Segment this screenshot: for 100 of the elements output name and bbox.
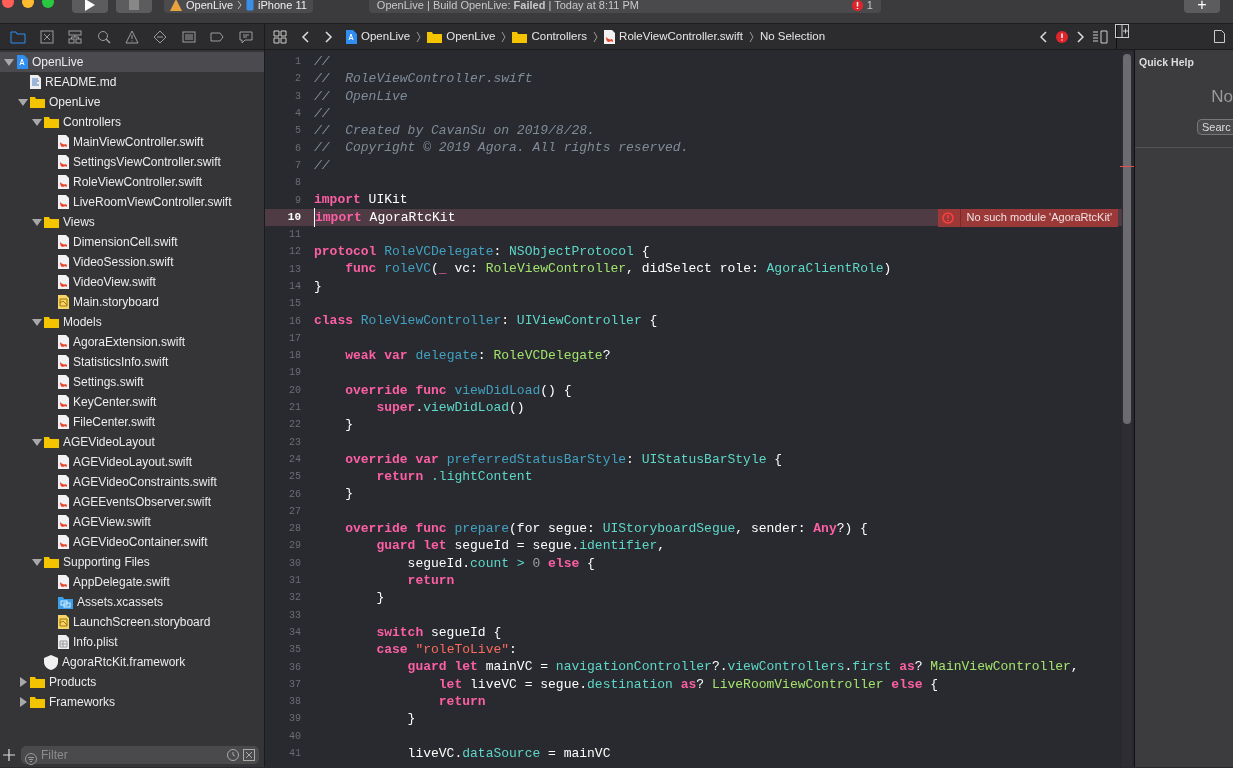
diamond-icon[interactable] (152, 28, 169, 45)
x-square-icon[interactable] (38, 28, 55, 45)
tree-item[interactable]: MainViewController.swift (0, 132, 264, 152)
tree-item[interactable]: AGEVideoConstraints.swift (0, 472, 264, 492)
line-number: 39 (288, 712, 302, 727)
disclosure-icon[interactable] (32, 317, 42, 327)
path-item[interactable]: Controllers (512, 27, 588, 46)
forward-icon[interactable] (1076, 29, 1084, 44)
tree-item[interactable]: Assets.xcassets (0, 592, 264, 612)
clock-icon[interactable] (227, 749, 239, 761)
run-button[interactable] (72, 0, 108, 13)
swift-file-icon (58, 415, 69, 429)
error-icon (941, 211, 954, 224)
disclosure-icon[interactable] (32, 557, 42, 567)
tree-item[interactable]: AGEView.swift (0, 512, 264, 532)
swift-file-icon (58, 475, 69, 489)
path-item[interactable]: OpenLive (345, 27, 411, 46)
filter-field[interactable]: Filter (21, 746, 259, 764)
tree-item[interactable]: Products (0, 672, 264, 692)
forward-icon[interactable] (323, 29, 333, 44)
chevron-icon (501, 30, 507, 43)
swift-file-icon (58, 575, 69, 589)
code-line: // Copyright © 2019 Agora. All rights reserved. (314, 139, 689, 158)
code-line: // (314, 104, 330, 123)
list-icon[interactable] (180, 28, 197, 45)
warning-icon[interactable] (123, 28, 140, 45)
code-line: // OpenLive (314, 87, 408, 106)
tree-item[interactable]: README.md (0, 72, 264, 92)
grid-icon[interactable] (273, 29, 287, 44)
swift-file-icon (58, 335, 69, 349)
folder-icon (44, 216, 59, 228)
line-number: 3 (294, 89, 302, 104)
hierarchy-icon[interactable] (67, 28, 84, 45)
path-item[interactable]: OpenLive (427, 27, 496, 46)
folder-icon (44, 316, 59, 328)
back-icon[interactable] (301, 29, 311, 44)
disclosure-icon[interactable] (32, 437, 42, 447)
line-number: 21 (288, 401, 302, 416)
tree-item[interactable]: RoleViewController.swift (0, 172, 264, 192)
file-name: Info.plist (73, 634, 118, 651)
tree-item[interactable]: FileCenter.swift (0, 412, 264, 432)
tree-item[interactable]: Supporting Files (0, 552, 264, 572)
x-square-icon[interactable] (243, 749, 255, 761)
swift-file-icon (58, 155, 69, 169)
line-number: 19 (288, 366, 302, 381)
tree-item[interactable]: AGEVideoContainer.swift (0, 532, 264, 552)
tree-item[interactable]: Info.plist (0, 632, 264, 652)
speech-bubble-icon[interactable] (237, 28, 254, 45)
search-button[interactable]: Searc (1197, 119, 1233, 136)
disclosure-icon[interactable] (32, 117, 42, 127)
tree-item[interactable]: Models (0, 312, 264, 332)
tree-item[interactable]: Controllers (0, 112, 264, 132)
code-line: } (344, 416, 353, 435)
disclosure-icon[interactable] (18, 677, 28, 687)
activity-text: OpenLive | Build OpenLive: Failed | Today at 8:11 PM (376, 0, 639, 13)
tree-item[interactable]: AgoraExtension.swift (0, 332, 264, 352)
add-editor-icon[interactable] (1115, 24, 1129, 38)
swift-file-icon (58, 275, 69, 289)
disclosure-icon[interactable] (32, 217, 42, 227)
back-icon[interactable] (1040, 29, 1048, 44)
tree-item[interactable]: AGEVideoLayout.swift (0, 452, 264, 472)
tree-item[interactable]: VideoSession.swift (0, 252, 264, 272)
tree-item[interactable]: AGEEventsObserver.swift (0, 492, 264, 512)
search-icon[interactable] (95, 28, 112, 45)
tree-item[interactable]: Views (0, 212, 264, 232)
swift-file-icon (58, 495, 69, 509)
tree-item[interactable]: OpenLive (0, 52, 264, 72)
file-name: README.md (45, 74, 117, 91)
tree-item[interactable]: VideoView.swift (0, 272, 264, 292)
tree-item[interactable]: LaunchScreen.storyboard (0, 612, 264, 632)
scheme-selector[interactable]: OpenLive iPhone 11 (164, 0, 313, 13)
tree-item[interactable]: LiveRoomViewController.swift (0, 192, 264, 212)
tree-item[interactable]: Settings.swift (0, 372, 264, 392)
add-button[interactable]: + (1184, 0, 1220, 13)
scrollbar[interactable] (1122, 52, 1132, 767)
tree-item[interactable]: AGEVideoLayout (0, 432, 264, 452)
tree-item[interactable]: OpenLive (0, 92, 264, 112)
tree-item[interactable]: Main.storyboard (0, 292, 264, 312)
selection-label[interactable]: No Selection (759, 27, 826, 46)
folder-icon[interactable] (10, 28, 27, 45)
error-icon[interactable] (1056, 30, 1068, 43)
disclosure-icon[interactable] (18, 97, 28, 107)
line-number: 20 (288, 383, 302, 398)
tree-item[interactable]: DimensionCell.swift (0, 232, 264, 252)
disclosure-icon[interactable] (4, 57, 14, 67)
code-line: return (406, 571, 455, 590)
tree-item[interactable]: KeyCenter.swift (0, 392, 264, 412)
tree-item[interactable]: Frameworks (0, 692, 264, 712)
document-icon[interactable] (1214, 30, 1225, 43)
tree-item[interactable]: SettingsViewController.swift (0, 152, 264, 172)
code-line: case "roleToLive": (375, 641, 517, 659)
file-name: AGEVideoConstraints.swift (73, 474, 217, 491)
path-item[interactable]: RoleViewController.swift (604, 27, 743, 46)
list-icon[interactable] (1092, 29, 1108, 44)
tree-item[interactable]: AgoraRtcKit.framework (0, 652, 264, 672)
panel-title: Quick Help (1138, 55, 1195, 70)
disclosure-icon[interactable] (18, 697, 28, 707)
tree-item[interactable]: StatisticsInfo.swift (0, 352, 264, 372)
tree-item[interactable]: AppDelegate.swift (0, 572, 264, 592)
add-icon[interactable] (3, 749, 15, 761)
